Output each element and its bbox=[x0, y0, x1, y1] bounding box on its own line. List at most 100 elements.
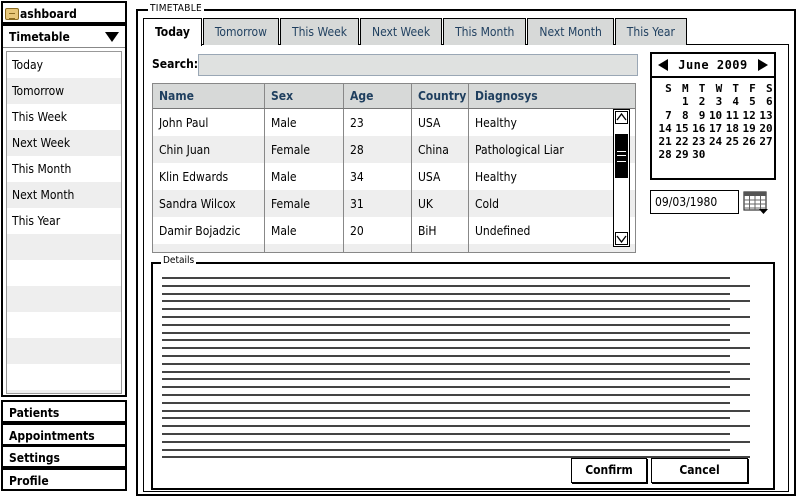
calendar-day[interactable]: 2 bbox=[689, 95, 706, 108]
tab-next-week[interactable]: Next Week bbox=[360, 18, 443, 45]
calendar-day[interactable]: 5 bbox=[739, 95, 756, 108]
calendar-day[interactable]: 15 bbox=[672, 122, 688, 135]
calendar-day[interactable]: 28 bbox=[655, 148, 672, 161]
calendar-day[interactable]: 18 bbox=[722, 122, 739, 135]
calendar-day[interactable]: 22 bbox=[672, 135, 688, 148]
grid-header: Name Sex Age Country Diagnosys bbox=[153, 84, 635, 109]
grid-scrollbar[interactable] bbox=[613, 109, 630, 247]
table-row[interactable]: Chin Juan Female 28 China Pathological Liar bbox=[153, 136, 635, 163]
sidebar-item-next-week[interactable]: Next Week bbox=[7, 130, 121, 156]
sidebar-dashboard[interactable]: ashboard bbox=[1, 1, 127, 24]
cancel-button[interactable]: Cancel bbox=[651, 458, 748, 483]
tab-tomorrow[interactable]: Tomorrow bbox=[202, 18, 279, 45]
sidebar-item-this-year[interactable]: This Year bbox=[7, 208, 121, 234]
text-line bbox=[162, 440, 750, 443]
calendar-day[interactable]: 23 bbox=[689, 135, 705, 148]
table-cell: BiH bbox=[412, 217, 469, 244]
column-header-name[interactable]: Name bbox=[153, 84, 265, 108]
scroll-up-arrow-icon[interactable] bbox=[615, 111, 628, 124]
calendar-day[interactable]: 24 bbox=[705, 135, 722, 148]
sidebar-empty-row bbox=[7, 390, 121, 393]
text-line bbox=[162, 432, 730, 435]
calendar-day[interactable]: 6 bbox=[756, 95, 773, 108]
sidebar-profile[interactable]: Profile bbox=[1, 468, 127, 491]
table-cell: 31 bbox=[344, 190, 412, 217]
text-line bbox=[162, 284, 750, 287]
table-cell: John Paul bbox=[153, 109, 265, 136]
calendar-day[interactable]: 14 bbox=[655, 122, 672, 135]
column-header-sex[interactable]: Sex bbox=[265, 84, 344, 108]
calendar-day[interactable]: 11 bbox=[722, 109, 739, 122]
text-line bbox=[162, 339, 730, 342]
weekday-label: S bbox=[665, 82, 672, 95]
prev-month-icon[interactable] bbox=[658, 59, 668, 71]
sidebar-settings-label: Settings bbox=[9, 451, 60, 465]
table-cell bbox=[412, 244, 469, 252]
calendar-day[interactable]: 4 bbox=[722, 95, 739, 108]
calendar-day[interactable]: 13 bbox=[756, 109, 772, 122]
text-line bbox=[162, 417, 730, 420]
table-row[interactable]: Sandra Wilcox Female 31 UK Cold bbox=[153, 190, 635, 217]
column-header-diagnosys[interactable]: Diagnosys bbox=[469, 84, 635, 108]
tab-next-month[interactable]: Next Month bbox=[527, 18, 614, 45]
sidebar-item-this-month[interactable]: This Month bbox=[7, 156, 121, 182]
tab-today[interactable]: Today bbox=[143, 18, 202, 46]
sidebar-empty-row bbox=[7, 364, 121, 390]
table-cell: Male bbox=[265, 109, 344, 136]
calendar-day[interactable]: 30 bbox=[689, 148, 705, 161]
sidebar-appointments[interactable]: Appointments bbox=[1, 423, 127, 446]
sidebar-patients[interactable]: Patients bbox=[1, 400, 127, 423]
sidebar-item-next-month[interactable]: Next Month bbox=[7, 182, 121, 208]
text-line bbox=[162, 277, 730, 279]
table-cell: Male bbox=[265, 163, 344, 190]
calendar-day[interactable]: 12 bbox=[739, 109, 756, 122]
calendar: June 2009 S M T W T F S 1 2 3 4 5 6 7 8 9 10 11 12 13 14 15 16… bbox=[650, 52, 776, 180]
sidebar-profile-label: Profile bbox=[9, 474, 49, 488]
table-row[interactable]: John Paul Male 23 USA Healthy bbox=[153, 109, 635, 136]
sidebar-item-today[interactable]: Today bbox=[7, 52, 121, 78]
sidebar-settings[interactable]: Settings bbox=[1, 445, 127, 468]
text-line bbox=[162, 409, 750, 412]
sidebar-item-this-week[interactable]: This Week bbox=[7, 104, 121, 130]
sidebar-item-tomorrow[interactable]: Tomorrow bbox=[7, 78, 121, 104]
weekday-label: W bbox=[715, 82, 723, 95]
scroll-thumb[interactable] bbox=[615, 134, 628, 178]
calendar-day[interactable]: 25 bbox=[722, 135, 739, 148]
calendar-day[interactable]: 8 bbox=[672, 109, 689, 122]
calendar-day[interactable]: 26 bbox=[739, 135, 756, 148]
calendar-picker-icon[interactable] bbox=[743, 190, 769, 214]
confirm-button[interactable]: Confirm bbox=[571, 458, 647, 483]
table-row[interactable]: Damir Bojadzic Male 20 BiH Undefined bbox=[153, 217, 635, 244]
calendar-day[interactable]: 7 bbox=[655, 109, 672, 122]
calendar-day[interactable]: 20 bbox=[756, 122, 772, 135]
calendar-day[interactable]: 10 bbox=[705, 109, 722, 122]
calendar-day[interactable]: 29 bbox=[672, 148, 688, 161]
column-header-age[interactable]: Age bbox=[344, 84, 412, 108]
scroll-down-arrow-icon[interactable] bbox=[615, 232, 628, 245]
patients-grid: Name Sex Age Country Diagnosys John Paul Male… bbox=[152, 83, 636, 253]
calendar-day[interactable]: 3 bbox=[705, 95, 723, 108]
date-input[interactable]: 09/03/1980 bbox=[650, 190, 739, 214]
tab-this-week[interactable]: This Week bbox=[279, 18, 359, 45]
calendar-day[interactable]: 21 bbox=[655, 135, 672, 148]
calendar-month-label: June 2009 bbox=[678, 58, 748, 72]
search-input[interactable] bbox=[198, 54, 638, 76]
details-label: Details bbox=[161, 255, 197, 266]
text-line bbox=[162, 292, 730, 295]
sidebar-timetable-header[interactable]: Timetable bbox=[3, 26, 125, 48]
column-header-country[interactable]: Country bbox=[412, 84, 469, 108]
calendar-day[interactable]: 17 bbox=[705, 122, 722, 135]
table-cell: Female bbox=[265, 190, 344, 217]
calendar-day[interactable]: 27 bbox=[756, 135, 772, 148]
calendar-day[interactable]: 1 bbox=[672, 95, 689, 108]
text-line bbox=[162, 308, 730, 311]
tab-this-year[interactable]: This Year bbox=[614, 18, 687, 45]
tab-this-month[interactable]: This Month bbox=[443, 18, 527, 45]
folder-icon bbox=[5, 8, 19, 20]
chevron-down-icon[interactable] bbox=[105, 31, 119, 42]
calendar-day[interactable]: 19 bbox=[739, 122, 756, 135]
next-month-icon[interactable] bbox=[758, 59, 768, 71]
table-row[interactable]: Klin Edwards Male 34 USA Healthy bbox=[153, 163, 635, 190]
calendar-day[interactable]: 16 bbox=[689, 122, 705, 135]
calendar-day[interactable]: 9 bbox=[689, 109, 706, 122]
